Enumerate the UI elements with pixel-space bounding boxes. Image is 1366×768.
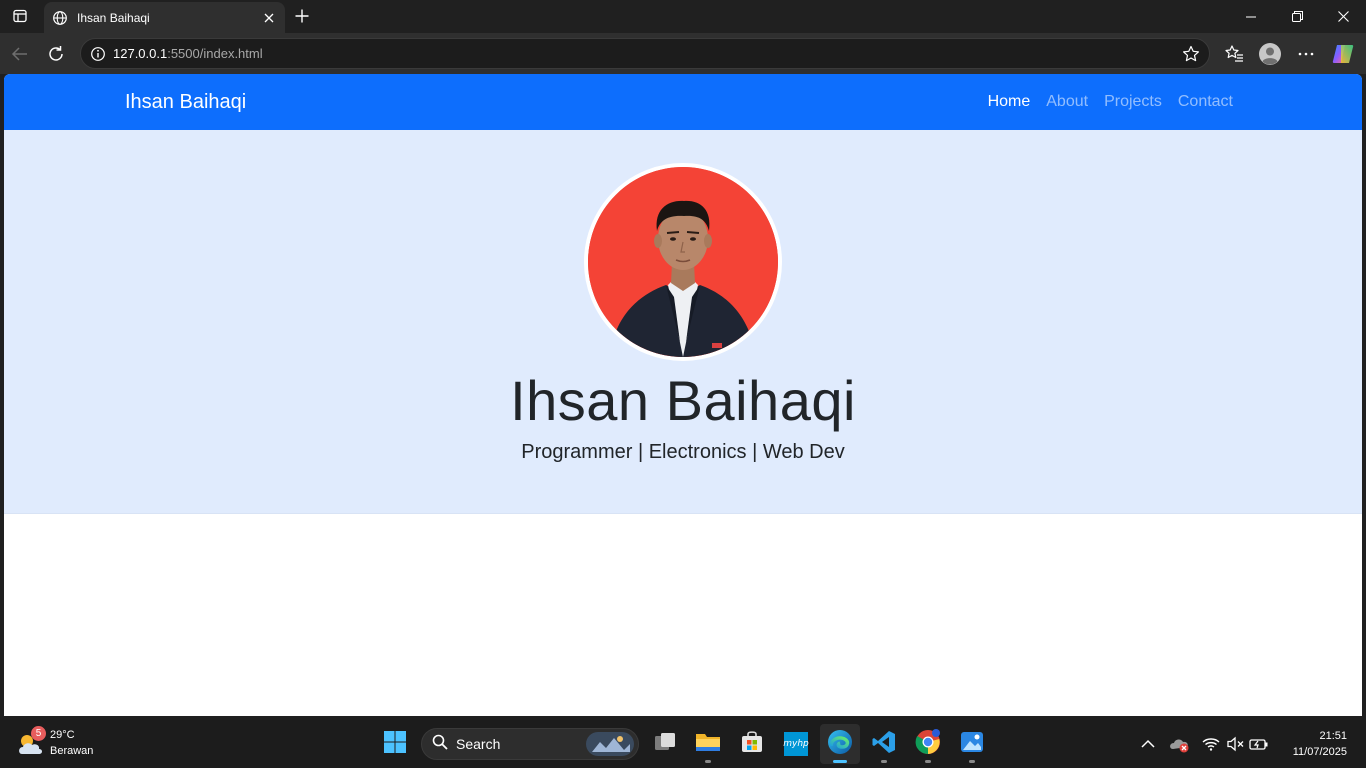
site-info-icon[interactable] xyxy=(83,39,113,69)
restore-icon[interactable] xyxy=(1274,0,1320,33)
weather-temperature: 29°C xyxy=(50,729,75,741)
file-explorer-icon xyxy=(695,730,721,759)
more-options-icon[interactable] xyxy=(1293,41,1319,67)
show-hidden-icons-chevron-icon[interactable] xyxy=(1138,732,1158,756)
weather-condition: Berawan xyxy=(50,745,94,757)
copilot-icon[interactable] xyxy=(1330,41,1356,67)
task-view-button[interactable] xyxy=(645,724,685,764)
microsoft-store-icon xyxy=(740,730,764,759)
nav-about[interactable]: About xyxy=(1046,93,1088,111)
running-indicator xyxy=(705,760,711,763)
taskbar-clock[interactable]: 21:51 11/07/2025 xyxy=(1293,728,1347,760)
chrome-button[interactable] xyxy=(908,724,948,764)
vscode-button[interactable] xyxy=(864,724,904,764)
start-button[interactable] xyxy=(375,724,415,764)
myhp-label: myhp xyxy=(783,739,809,749)
hero-name: Ihsan Baihaqi xyxy=(510,369,856,432)
minimize-icon[interactable] xyxy=(1228,0,1274,33)
weather-alert-badge: 5 xyxy=(31,726,46,741)
running-indicator xyxy=(969,760,975,763)
close-window-icon[interactable] xyxy=(1320,0,1366,33)
profile-avatar-icon[interactable] xyxy=(1257,41,1283,67)
tab-actions-icon[interactable] xyxy=(8,5,32,27)
windows-taskbar: 5 29°C Berawan Search myhp 21:51 11/07/2… xyxy=(0,720,1366,768)
running-indicator xyxy=(925,760,931,763)
nav-projects[interactable]: Projects xyxy=(1104,93,1162,111)
nav-links: Home About Projects Contact xyxy=(988,93,1233,111)
edge-button[interactable] xyxy=(820,724,860,764)
task-view-icon xyxy=(653,730,677,759)
profile-photo xyxy=(584,163,782,361)
search-highlight-icon xyxy=(586,732,634,761)
browser-tabstrip: Ihsan Baihaqi xyxy=(0,0,1366,33)
site-brand[interactable]: Ihsan Baihaqi xyxy=(125,91,246,114)
hero-tagline: Programmer | Electronics | Web Dev xyxy=(521,441,845,463)
edge-icon xyxy=(827,729,853,760)
onedrive-error-icon[interactable] xyxy=(1168,732,1192,756)
myhp-icon: myhp xyxy=(783,732,809,756)
weather-widget[interactable]: 5 29°C Berawan xyxy=(14,726,124,762)
battery-charging-icon[interactable] xyxy=(1248,732,1270,756)
volume-muted-icon[interactable] xyxy=(1224,732,1246,756)
new-tab-icon[interactable] xyxy=(291,5,313,27)
photos-icon xyxy=(960,730,984,759)
nav-home[interactable]: Home xyxy=(988,93,1031,111)
chrome-icon xyxy=(915,728,941,760)
running-indicator xyxy=(881,760,887,763)
clock-date: 11/07/2025 xyxy=(1292,746,1347,758)
favorite-star-icon[interactable] xyxy=(1181,44,1201,64)
tab-title: Ihsan Baihaqi xyxy=(77,10,150,25)
back-icon[interactable] xyxy=(7,41,33,67)
microsoft-store-button[interactable] xyxy=(732,724,772,764)
search-label: Search xyxy=(456,736,501,752)
globe-icon xyxy=(52,10,68,26)
vscode-icon xyxy=(872,730,896,759)
file-explorer-button[interactable] xyxy=(688,724,728,764)
windows-start-icon xyxy=(383,730,407,759)
url-text: 127.0.0.1:5500/index.html xyxy=(113,46,263,61)
address-bar[interactable]: 127.0.0.1:5500/index.html xyxy=(80,38,1210,69)
nav-contact[interactable]: Contact xyxy=(1178,93,1233,111)
refresh-icon[interactable] xyxy=(43,41,69,67)
site-navbar: Ihsan Baihaqi Home About Projects Contac… xyxy=(4,74,1362,130)
wifi-icon[interactable] xyxy=(1200,732,1222,756)
browser-toolbar: 127.0.0.1:5500/index.html xyxy=(0,33,1366,74)
close-tab-icon[interactable] xyxy=(259,8,279,28)
hero-section: Ihsan Baihaqi Programmer | Electronics |… xyxy=(4,130,1362,514)
browser-tab[interactable]: Ihsan Baihaqi xyxy=(44,2,285,33)
taskbar-search[interactable]: Search xyxy=(421,728,639,760)
favorites-icon[interactable] xyxy=(1221,41,1247,67)
photos-button[interactable] xyxy=(952,724,992,764)
page-viewport: Ihsan Baihaqi Home About Projects Contac… xyxy=(4,74,1362,716)
clock-time: 21:51 xyxy=(1319,730,1347,742)
search-icon xyxy=(432,734,448,755)
active-indicator xyxy=(833,760,847,763)
myhp-button[interactable]: myhp xyxy=(776,724,816,764)
